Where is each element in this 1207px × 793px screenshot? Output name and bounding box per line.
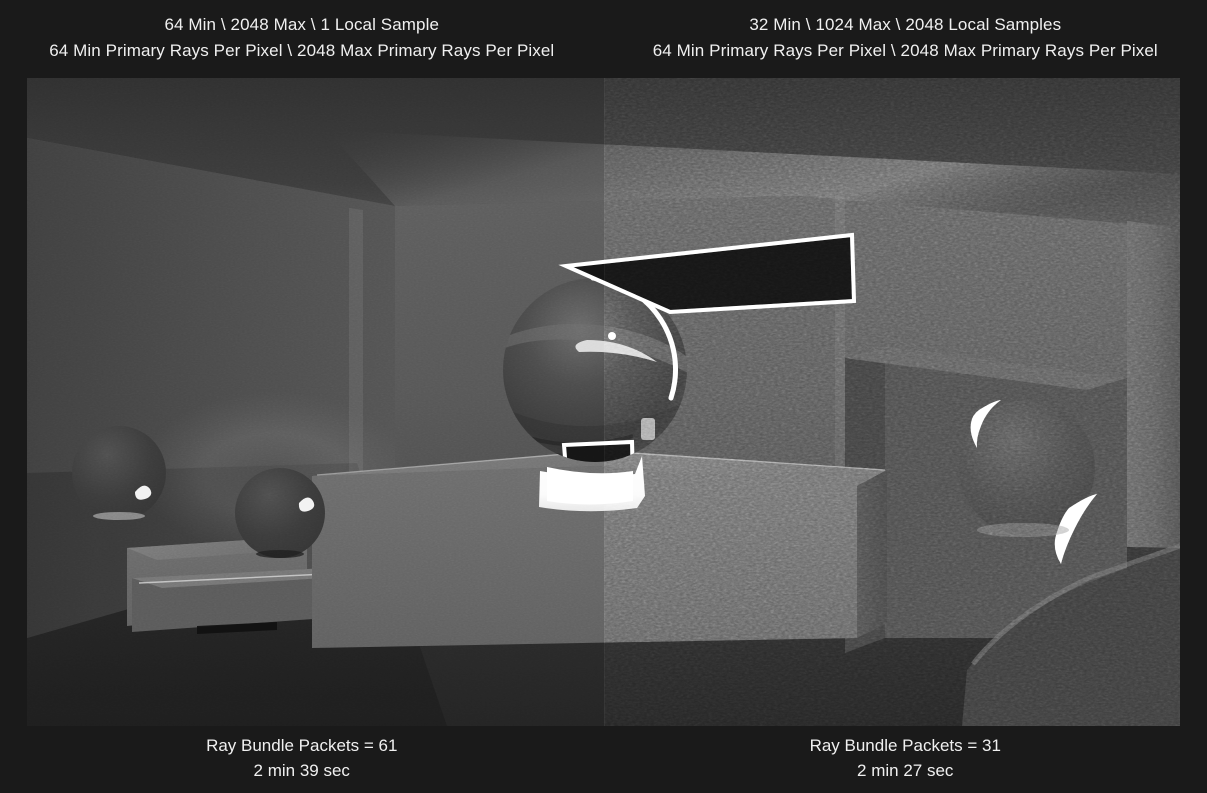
- left-footer-time: 2 min 39 sec: [253, 761, 350, 780]
- left-near-sphere: [235, 468, 325, 558]
- left-panel-footer: Ray Bundle Packets = 61 2 min 39 sec: [0, 728, 604, 793]
- left-panel-header: 64 Min \ 2048 Max \ 1 Local Sample 64 Mi…: [0, 0, 604, 78]
- right-footer-packets: Ray Bundle Packets = 31: [809, 736, 1001, 755]
- right-panel-footer: Ray Bundle Packets = 31 2 min 27 sec: [604, 728, 1207, 793]
- sphere-specular-dot: [608, 332, 616, 340]
- sphere-reflected-blob: [641, 418, 655, 440]
- scene-geometry: [27, 78, 1180, 726]
- header-captions: 64 Min \ 2048 Max \ 1 Local Sample 64 Mi…: [0, 0, 1207, 78]
- rendered-scene: [27, 78, 1180, 726]
- right-panel-header: 32 Min \ 1024 Max \ 2048 Local Samples 6…: [604, 0, 1207, 78]
- left-near-sphere-contact: [256, 550, 304, 558]
- left-far-sphere: [72, 426, 166, 520]
- footer-captions: Ray Bundle Packets = 61 2 min 39 sec Ray…: [0, 728, 1207, 793]
- right-header-line-2: 64 Min Primary Rays Per Pixel \ 2048 Max…: [652, 41, 1158, 60]
- render-comparison-page: 64 Min \ 2048 Max \ 1 Local Sample 64 Mi…: [0, 0, 1207, 793]
- right-sphere-contact: [977, 523, 1069, 537]
- main-pedestal-side: [857, 470, 887, 638]
- right-footer-time: 2 min 27 sec: [857, 761, 954, 780]
- left-footer-packets: Ray Bundle Packets = 61: [206, 736, 398, 755]
- right-header-line-1: 32 Min \ 1024 Max \ 2048 Local Samples: [749, 15, 1062, 34]
- left-header-line-2: 64 Min Primary Rays Per Pixel \ 2048 Max…: [49, 41, 555, 60]
- left-header-line-1: 64 Min \ 2048 Max \ 1 Local Sample: [164, 15, 440, 34]
- render-viewport: [27, 78, 1180, 726]
- left-far-sphere-contact: [93, 512, 145, 520]
